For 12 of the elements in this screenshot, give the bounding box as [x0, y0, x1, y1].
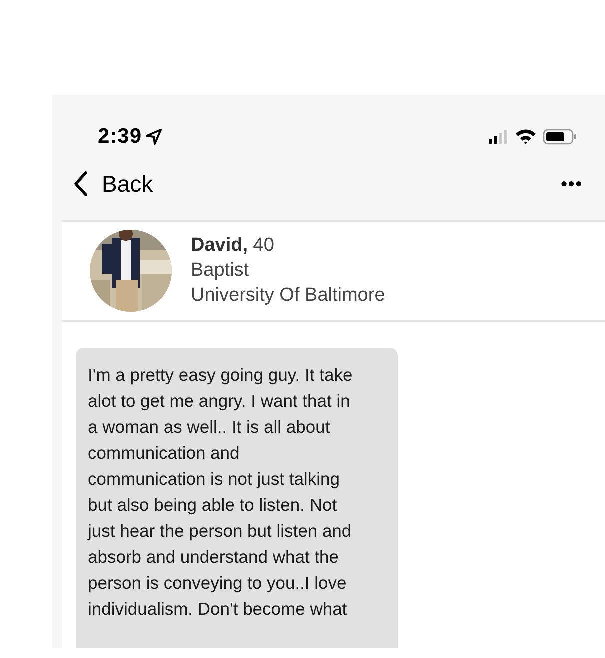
back-button[interactable]: Back [74, 170, 154, 198]
wifi-icon [515, 129, 537, 145]
message-text: I'm a pretty easy going guy. It take alot to get me angry. I want that in a woman as well.. It is all about communication and communication is not just talking but also being able to listen. Not just hear the person but listen and absorb and understand what the person is conveying to you..I love individualism. Don't become what [88, 364, 354, 621]
profile-school: University Of Baltimore [191, 284, 386, 307]
location-arrow-icon [145, 128, 164, 146]
profile-name: David, 40 [191, 234, 276, 257]
profile-religion: Baptist [191, 260, 250, 282]
more-button[interactable]: ••• [561, 174, 583, 195]
signal-icon [489, 130, 509, 144]
battery-icon [543, 129, 577, 145]
chevron-left-icon [74, 171, 88, 198]
status-time: 2:39 [98, 125, 142, 149]
